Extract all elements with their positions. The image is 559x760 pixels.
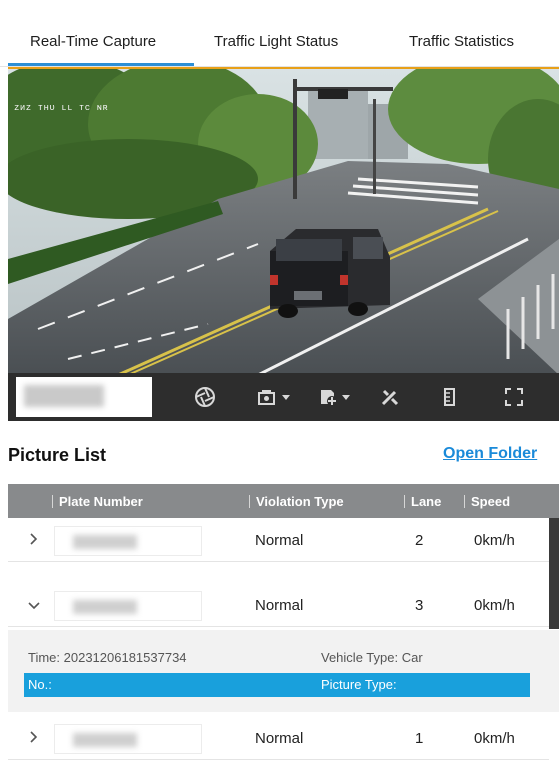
vehicle-type: Vehicle Type: Car	[321, 650, 423, 665]
column-header-lane[interactable]: Lane	[404, 494, 441, 509]
shutter-icon	[195, 387, 215, 407]
capture-time: Time: 20231206181537734	[28, 650, 187, 665]
ruler-icon	[444, 388, 455, 406]
tab-real-time-capture[interactable]: Real-Time Capture	[30, 33, 156, 50]
snapshot-icon	[258, 390, 275, 405]
lane-value: 2	[415, 532, 424, 549]
vehicle-van	[270, 229, 390, 318]
column-header-violation-type[interactable]: Violation Type	[249, 494, 344, 509]
tab-bar: Real-Time Capture Traffic Light Status T…	[0, 0, 559, 68]
add-capture-icon	[321, 390, 337, 406]
chevron-right-icon[interactable]	[30, 533, 38, 545]
violation-type: Normal	[255, 730, 304, 747]
violation-type: Normal	[255, 597, 304, 614]
table-row[interactable]: Normal 1 0km/h	[8, 717, 549, 760]
tools-icon	[381, 389, 399, 406]
table-header: Plate Number Violation Type Lane Speed	[8, 484, 559, 518]
chevron-down-icon	[282, 394, 290, 400]
fullscreen-button[interactable]	[504, 385, 524, 409]
tools-button[interactable]	[380, 385, 400, 409]
open-folder-link[interactable]: Open Folder	[443, 445, 537, 463]
ruler-button[interactable]	[442, 385, 458, 409]
plate-number-image	[54, 724, 202, 754]
plate-display-field[interactable]	[16, 377, 152, 417]
table-row[interactable]: Normal 2 0km/h	[8, 519, 549, 562]
lane-value: 3	[415, 597, 424, 614]
tab-traffic-light-status[interactable]: Traffic Light Status	[214, 33, 338, 50]
scrollbar[interactable]	[549, 518, 559, 629]
tab-traffic-statistics[interactable]: Traffic Statistics	[409, 33, 514, 50]
column-header-speed[interactable]: Speed	[464, 494, 510, 509]
table-row[interactable]: Normal 3 0km/h	[8, 584, 549, 627]
live-video-view[interactable]: ᴢᴎᴢ ᴛʜᴜ ʟʟ ᴛᴄ ɴʀ	[8, 67, 559, 373]
chevron-right-icon[interactable]	[30, 731, 38, 743]
plate-number-image	[54, 591, 202, 621]
speed-value: 0km/h	[474, 597, 515, 614]
video-toolbar	[8, 373, 559, 421]
picture-list-title: Picture List	[8, 445, 107, 465]
column-header-plate-number[interactable]: Plate Number	[52, 494, 143, 509]
traffic-camera-image	[8, 69, 559, 373]
selected-picture-bar[interactable]: No.: Picture Type:	[24, 673, 530, 697]
picture-type-label: Picture Type:	[321, 677, 397, 692]
shutter-button[interactable]	[194, 385, 216, 409]
snapshot-button[interactable]	[258, 385, 290, 409]
row-details-panel: Time: 20231206181537734 Vehicle Type: Ca…	[8, 630, 559, 712]
blurred-plate-text	[24, 385, 104, 407]
violation-type: Normal	[255, 532, 304, 549]
chevron-down-icon[interactable]	[28, 602, 40, 610]
fullscreen-icon	[505, 388, 523, 406]
video-osd-timestamp: ᴢᴎᴢ ᴛʜᴜ ʟʟ ᴛᴄ ɴʀ	[14, 103, 109, 113]
plate-number-image	[54, 526, 202, 556]
add-capture-button[interactable]	[318, 385, 350, 409]
picture-number-label: No.:	[28, 677, 52, 692]
speed-value: 0km/h	[474, 532, 515, 549]
chevron-down-icon	[342, 394, 350, 400]
lane-value: 1	[415, 730, 424, 747]
speed-value: 0km/h	[474, 730, 515, 747]
